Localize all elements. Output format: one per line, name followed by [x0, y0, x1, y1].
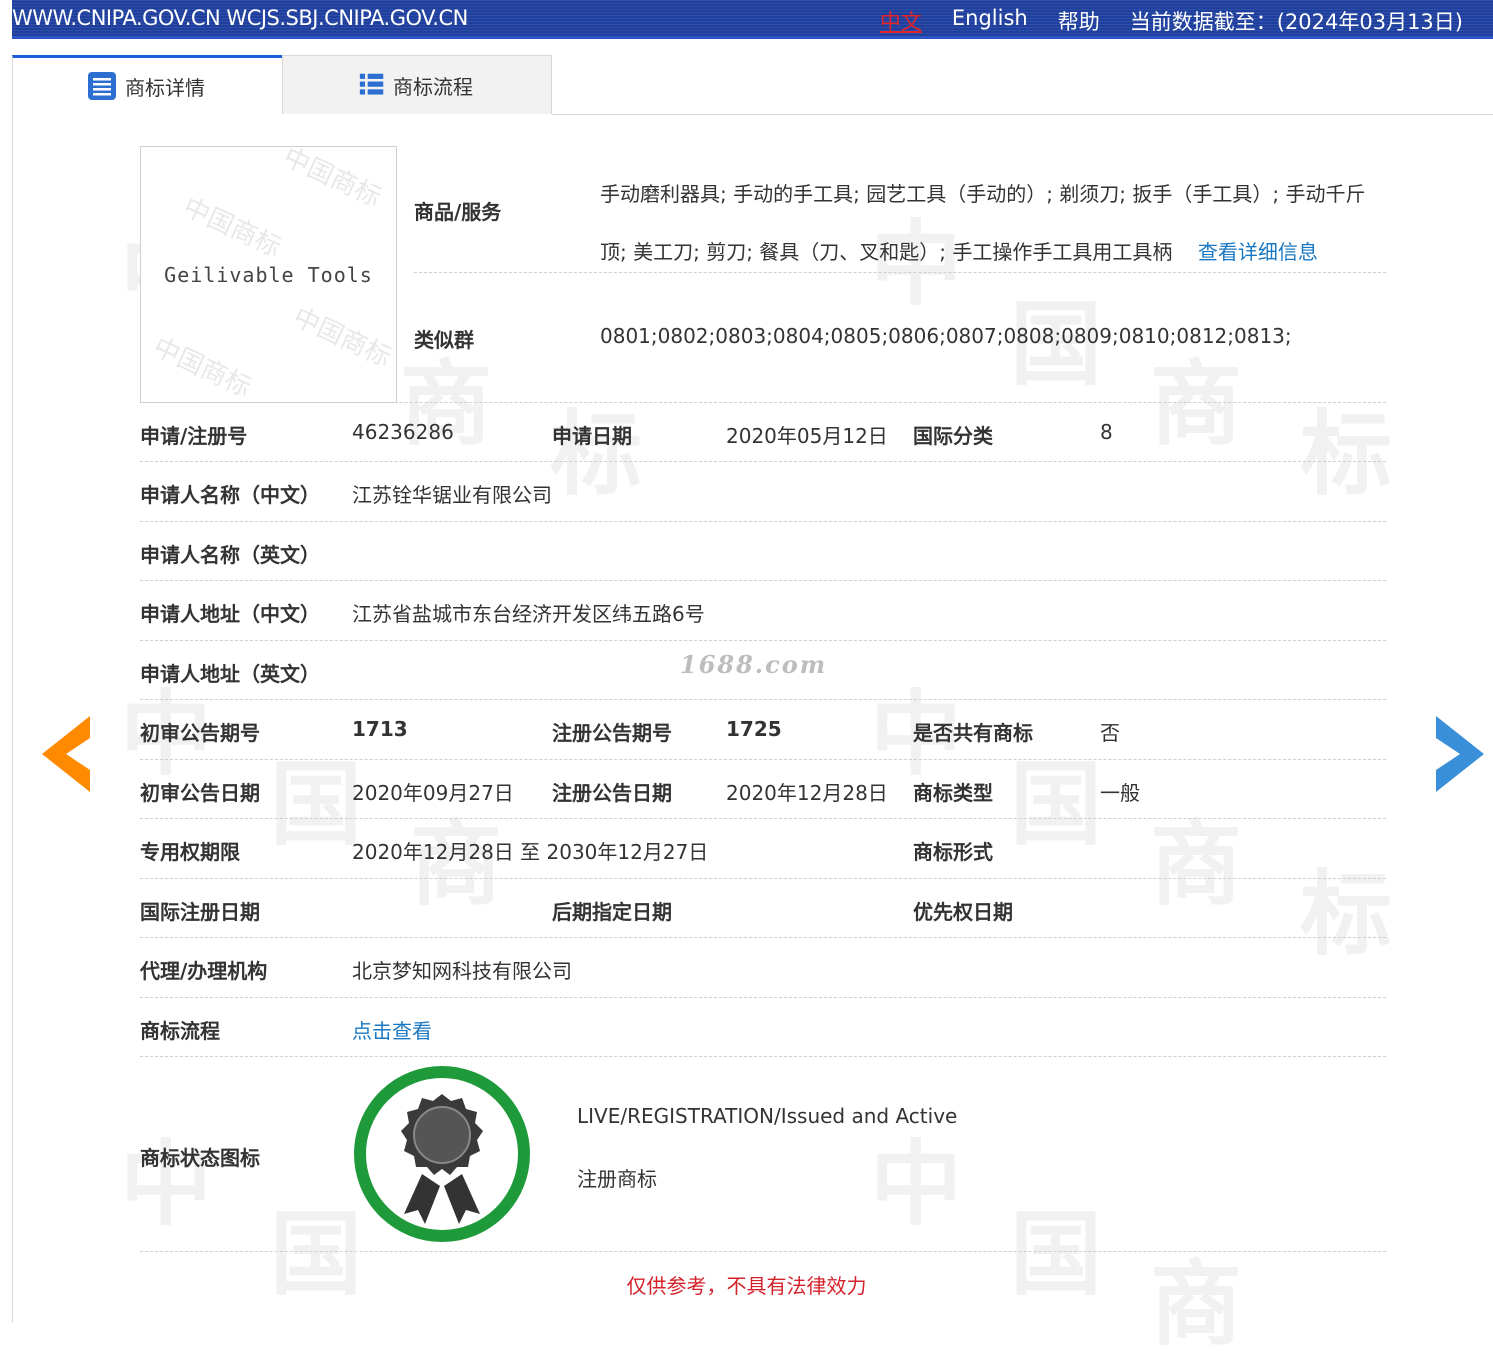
- priority-date-label: 优先权日期: [913, 900, 1013, 924]
- bg-watermark-glyph: 标: [1300, 861, 1393, 968]
- prelim-date-label: 初审公告日期: [140, 781, 260, 805]
- bg-watermark-glyph: 中: [870, 1131, 963, 1238]
- agent-label: 代理/办理机构: [140, 959, 268, 983]
- image-stamp: 中国商标: [278, 146, 386, 214]
- mark-type-label: 商标类型: [913, 781, 993, 805]
- reg-no-label: 申请/注册号: [140, 424, 248, 448]
- tab-trademark-process[interactable]: 商标流程: [282, 55, 552, 114]
- row-divider: [140, 759, 1386, 760]
- mark-type-value: 一般: [1100, 781, 1140, 805]
- app-date-value: 2020年05月12日: [726, 424, 888, 448]
- disclaimer: 仅供参考，不具有法律效力: [626, 1274, 867, 1298]
- shared-value: 否: [1100, 721, 1120, 745]
- similar-groups-value: 0801;0802;0803;0804;0805;0806;0807;0808;…: [600, 324, 1292, 348]
- tab-label: 商标流程: [393, 74, 473, 99]
- site-watermark: 1688.com: [680, 650, 828, 679]
- tab-bar: 商标详情 商标流程: [12, 55, 552, 115]
- row-divider: [140, 402, 1386, 403]
- data-as-of: 当前数据截至：(2024年03月13日): [1129, 10, 1463, 34]
- prev-arrow-icon[interactable]: [42, 716, 92, 792]
- top-bar: WWW.CNIPA.GOV.CN WCJS.SBJ.CNIPA.GOV.CN 中…: [12, 0, 1493, 39]
- help-link[interactable]: 帮助: [1058, 6, 1100, 36]
- row-divider: [140, 640, 1386, 641]
- tab-label: 商标详情: [125, 75, 205, 100]
- row-divider: [140, 699, 1386, 700]
- next-arrow-icon[interactable]: [1434, 716, 1484, 792]
- reg-issue-label: 注册公告期号: [552, 721, 672, 745]
- shared-label: 是否共有商标: [913, 721, 1033, 745]
- applicant-en-label: 申请人名称（英文）: [140, 543, 320, 567]
- site-domains: WWW.CNIPA.GOV.CN WCJS.SBJ.CNIPA.GOV.CN: [12, 6, 468, 30]
- content-frame-left: [12, 114, 13, 1323]
- content-frame-top: [552, 114, 1493, 115]
- reg-date-value: 2020年12月28日: [726, 781, 888, 805]
- view-details-link[interactable]: 查看详细信息: [1198, 240, 1318, 264]
- row-divider: [140, 818, 1386, 819]
- image-stamp: 中国商标: [178, 192, 286, 264]
- image-stamp: 中国商标: [288, 302, 396, 374]
- mark-form-label: 商标形式: [913, 840, 993, 864]
- trademark-text: Geilivable Tools: [164, 263, 373, 287]
- app-date-label: 申请日期: [552, 424, 632, 448]
- later-designation-label: 后期指定日期: [552, 900, 672, 924]
- status-en: LIVE/REGISTRATION/Issued and Active: [577, 1104, 958, 1128]
- intl-reg-date-label: 国际注册日期: [140, 900, 260, 924]
- lang-en-link[interactable]: English: [952, 6, 1028, 36]
- intl-class-value: 8: [1100, 420, 1113, 444]
- row-divider: [140, 1056, 1386, 1057]
- bg-watermark-glyph: 商: [1150, 811, 1243, 918]
- bg-watermark-glyph: 商: [1150, 351, 1243, 458]
- row-divider: [140, 521, 1386, 522]
- intl-class-label: 国际分类: [913, 424, 993, 448]
- bg-watermark-glyph: 国: [270, 751, 363, 858]
- list-icon: [359, 73, 384, 95]
- agent-value: 北京梦知网科技有限公司: [352, 959, 572, 983]
- bg-watermark-glyph: 标: [1300, 401, 1393, 508]
- exclusive-value: 2020年12月28日 至 2030年12月27日: [352, 840, 709, 864]
- trademark-image: 中国商标 中国商标 中国商标 中国商标 Geilivable Tools: [140, 146, 397, 403]
- bg-watermark-glyph: 国: [1010, 751, 1103, 858]
- process-label: 商标流程: [140, 1019, 220, 1043]
- tab-trademark-details[interactable]: 商标详情: [12, 55, 282, 114]
- goods-list: 手动磨利器具; 手动的手工具; 园艺工具（手动的）; 剃须刀; 扳手（手工具）;…: [600, 165, 1390, 281]
- applicant-cn-label: 申请人名称（中文）: [140, 483, 320, 507]
- registered-status-badge-icon: [354, 1066, 530, 1242]
- row-divider: [140, 997, 1386, 998]
- address-cn-value: 江苏省盐城市东台经济开发区纬五路6号: [352, 602, 705, 626]
- lang-zh-link[interactable]: 中文: [880, 6, 922, 36]
- status-icon-label: 商标状态图标: [140, 1146, 260, 1170]
- exclusive-label: 专用权期限: [140, 840, 240, 864]
- reg-issue-value: 1725: [726, 717, 782, 741]
- address-cn-label: 申请人地址（中文）: [140, 602, 320, 626]
- status-cn: 注册商标: [577, 1167, 657, 1191]
- row-divider: [414, 272, 1386, 273]
- reg-no-value: 46236286: [352, 420, 454, 444]
- document-list-icon: [88, 72, 116, 100]
- row-divider: [140, 580, 1386, 581]
- applicant-cn-value: 江苏铨华锯业有限公司: [352, 483, 552, 507]
- address-en-label: 申请人地址（英文）: [140, 662, 320, 686]
- prelim-issue-label: 初审公告期号: [140, 721, 260, 745]
- goods-label: 商品/服务: [414, 200, 502, 224]
- row-divider: [140, 1251, 1386, 1252]
- top-bar-links: 中文 English 帮助 当前数据截至：(2024年03月13日): [880, 6, 1463, 36]
- prelim-date-value: 2020年09月27日: [352, 781, 514, 805]
- row-divider: [140, 937, 1386, 938]
- reg-date-label: 注册公告日期: [552, 781, 672, 805]
- image-stamp: 中国商标: [148, 332, 256, 403]
- process-view-link[interactable]: 点击查看: [352, 1015, 432, 1044]
- row-divider: [140, 878, 1386, 879]
- bg-watermark-glyph: 中: [120, 1131, 213, 1238]
- similar-groups-label: 类似群: [414, 328, 474, 352]
- prelim-issue-value: 1713: [352, 717, 408, 741]
- row-divider: [140, 461, 1386, 462]
